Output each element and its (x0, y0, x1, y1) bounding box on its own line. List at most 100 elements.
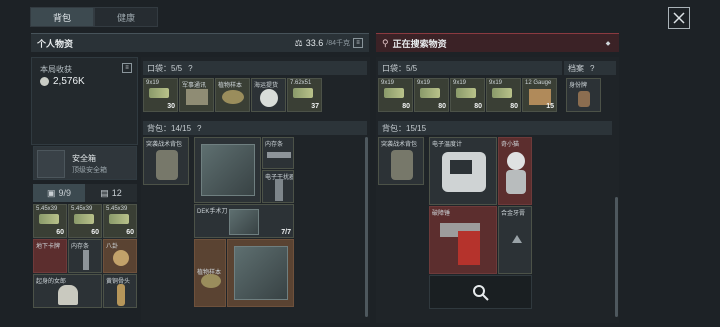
weight-indicator: ⚖ 33.6 /84千克 ≡ (295, 38, 363, 49)
personal-scrollbar[interactable] (365, 137, 368, 317)
search-pocket-item-1[interactable]: 9x19 80 (378, 78, 413, 112)
backpack-item-label: 突袭战术背包 (146, 142, 183, 148)
close-button[interactable] (668, 7, 690, 29)
tab-health[interactable]: 健康 (94, 7, 158, 27)
safebox-icon (37, 150, 65, 178)
search-pocket-item-count: 80 (402, 103, 410, 110)
search-metal-toothpaste[interactable]: 合金牙膏 (498, 206, 532, 274)
safe-item-ammo-1[interactable]: 5.45x39 60 (33, 204, 67, 238)
backpack-header: 背包：14/15 ? (143, 121, 367, 135)
safebox-slot[interactable]: 安全箱 顶级安全箱 (33, 146, 137, 180)
backpack-help-icon[interactable]: ? (197, 124, 201, 133)
searching-title: 正在搜索物资 (392, 38, 447, 49)
archive-help-icon[interactable]: ? (590, 64, 594, 73)
weight-icon: ⚖ (294, 37, 303, 48)
weight-max: /84千克 (326, 40, 350, 47)
search-pocket-item-count: 15 (546, 103, 554, 110)
search-pocket-item-3[interactable]: 9x19 80 (450, 78, 485, 112)
archive-item[interactable]: 身份牌 (566, 78, 601, 112)
safe-item-memory[interactable]: 内存条 (68, 239, 102, 273)
archive-label: 档案 (568, 63, 584, 73)
filter-a-count: 9/9 (58, 188, 72, 198)
safe-item-bone[interactable]: 黄铜骨头 (103, 274, 137, 308)
filter-b-count: 12 (111, 188, 122, 198)
search-drill[interactable]: 破障锤 (429, 206, 497, 274)
backpack-crate-2[interactable] (227, 239, 294, 307)
search-pocket-item-4[interactable]: 9x19 80 (486, 78, 521, 112)
pocket-help-icon[interactable]: ? (188, 64, 192, 73)
search-backpack-item-label: 突袭战术背包 (381, 142, 418, 148)
income-value-row: 2,576K (40, 76, 85, 87)
search-doll[interactable]: 奇小猫 (498, 137, 532, 205)
pocket-item-label: 植物样本 (218, 83, 243, 89)
pocket-label: 口袋：5/5 (147, 63, 183, 73)
pocket-item-count: 37 (311, 103, 319, 110)
pin-icon[interactable]: ◆ (603, 38, 613, 48)
safebox-grid: 5.45x39 60 5.45x39 60 5.45x39 60 地下卡牌 内存条 八… (33, 204, 137, 308)
safe-item-card[interactable]: 地下卡牌 (33, 239, 67, 273)
search-pocket-item-2[interactable]: 9x19 80 (414, 78, 449, 112)
backpack-plant-sample[interactable]: 植物样本 (194, 239, 226, 307)
search-pocket-item-count: 80 (510, 103, 518, 110)
archive-item-label: 身份牌 (569, 83, 588, 89)
search-pocket-item-label: 9x19 (453, 80, 467, 86)
pocket-item-2[interactable]: 军事通讯 (179, 78, 214, 112)
filter-tab-ammo[interactable]: ▣ 9/9 (33, 184, 85, 202)
pocket-item-4[interactable]: 海运提货 (251, 78, 286, 112)
search-pocket-item-label: 9x19 (381, 80, 395, 86)
safe-item-label: 5.45x39 (36, 206, 58, 212)
safe-item-ammo-2[interactable]: 5.45x39 60 (68, 204, 102, 238)
search-pocket-item-count: 80 (438, 103, 446, 110)
income-list-icon[interactable]: ≡ (122, 63, 132, 73)
search-scrollbar[interactable] (615, 197, 618, 317)
search-backpack-label: 背包：15/15 (382, 123, 427, 133)
backpack-item-label: DEK手术刀 (197, 209, 228, 215)
safe-item-bagua[interactable]: 八卦 (103, 239, 137, 273)
backpack-tactical-pack[interactable]: 突袭战术背包 (143, 137, 189, 185)
briefcase-icon: ▣ (46, 187, 56, 198)
pocket-item-1[interactable]: 9x19 30 (143, 78, 178, 112)
safebox-filter-bar: ▣ 9/9 ▤ 12 (33, 184, 137, 202)
safe-item-statue[interactable]: 起身的女郎 (33, 274, 102, 308)
safe-item-label: 内存条 (71, 244, 90, 250)
pocket-item-label: 海运提货 (254, 83, 279, 89)
backpack-knife[interactable]: DEK手术刀 7/7 (194, 204, 294, 238)
pocket-header: 口袋：5/5 ? (143, 61, 367, 75)
pocket-item-3[interactable]: 植物样本 (215, 78, 250, 112)
safe-item-label: 地下卡牌 (36, 244, 61, 250)
search-backpack-item-label: 奇小猫 (501, 142, 520, 148)
searching-main: 口袋：5/5 档案 ? 9x19 80 9x19 80 9x19 80 9x19 80 … (376, 57, 619, 323)
backpack-memory[interactable]: 内存条 (262, 137, 294, 169)
search-pocket-item-label: 12 Gauge (525, 80, 552, 86)
tab-backpack[interactable]: 背包 (30, 7, 94, 27)
search-pocket-item-5[interactable]: 12 Gauge 15 (522, 78, 557, 112)
safe-item-label: 5.45x39 (71, 206, 93, 212)
list-icon[interactable]: ≡ (353, 38, 363, 48)
search-backpack-item-label: 合金牙膏 (501, 211, 526, 217)
search-tactical-pack[interactable]: 突袭战术背包 (378, 137, 424, 185)
pocket-item-5[interactable]: 7.62x51 37 (287, 78, 322, 112)
search-thermometer[interactable]: 电子温度计 (429, 137, 497, 205)
safe-item-count: 60 (91, 229, 99, 236)
pocket-item-label: 7.62x51 (290, 80, 312, 86)
searching-header: ⚲ 正在搜索物资 ◆ (376, 33, 619, 52)
coin-icon (40, 77, 49, 86)
personal-supplies-header: 个人物资 ⚖ 33.6 /84千克 ≡ (31, 33, 369, 52)
search-pending-slot[interactable] (429, 275, 532, 309)
search-backpack-header: 背包：15/15 (378, 121, 612, 135)
safe-item-label: 八卦 (106, 244, 119, 250)
weight-value: 33.6 (305, 38, 324, 48)
safe-item-count: 60 (126, 229, 134, 236)
income-value: 2,576K (53, 76, 85, 87)
backpack-adapter[interactable]: 电子干扰器 (262, 170, 294, 203)
backpack-crate-1[interactable] (194, 137, 261, 203)
search-magnifier-icon (473, 285, 489, 301)
safe-item-label: 5.45x39 (106, 206, 128, 212)
close-icon (673, 12, 685, 24)
filter-tab-other[interactable]: ▤ 12 (85, 184, 137, 202)
safe-item-count: 60 (56, 229, 64, 236)
backpack-label: 背包：14/15 (147, 123, 192, 133)
pocket-item-label: 9x19 (146, 80, 160, 86)
search-backpack-item-label: 电子温度计 (432, 142, 463, 148)
safe-item-ammo-3[interactable]: 5.45x39 60 (103, 204, 137, 238)
